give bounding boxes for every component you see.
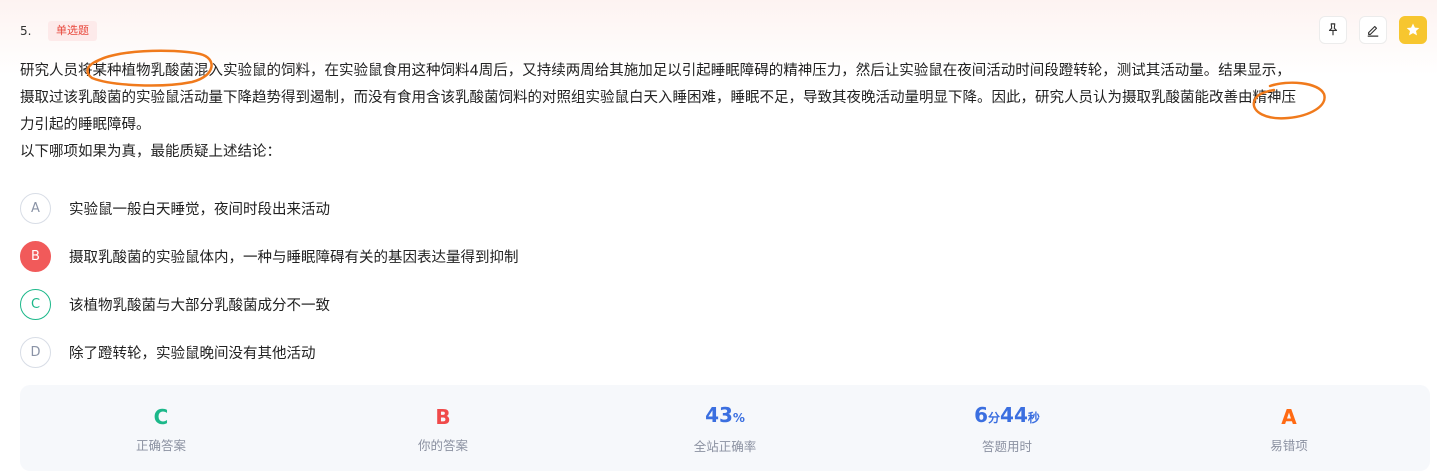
stem-line: 力引起的睡眠障碍。 xyxy=(20,117,151,133)
accuracy-label: 全站正确率 xyxy=(693,439,757,454)
option-text: 实验鼠一般白天睡觉，夜间时段出来活动 xyxy=(69,201,330,218)
question-number: 5. xyxy=(20,24,32,38)
question-prompt: 以下哪项如果为真，最能质疑上述结论： xyxy=(20,144,281,160)
option-letter: D xyxy=(20,336,51,368)
correct-answer-value: C xyxy=(153,404,169,429)
time-seconds-unit: 秒 xyxy=(1027,411,1040,425)
option-b[interactable]: B 摄取乳酸菌的实验鼠体内，一种与睡眠障碍有关的基因表达量得到抑制 xyxy=(20,240,519,272)
accuracy-value: 43% xyxy=(705,401,745,432)
time-seconds: 44 xyxy=(1000,403,1028,427)
pin-button[interactable] xyxy=(1319,16,1347,44)
star-icon xyxy=(1406,23,1420,36)
stat-time-used: 6分44秒 答题用时 xyxy=(866,385,1148,471)
correct-answer-label: 正确答案 xyxy=(135,437,186,453)
stem-line: 摄取过该乳酸菌的实验鼠活动量下降趋势得到遏制，而没有食用含该乳酸菌饲料的对照组实… xyxy=(20,90,1296,106)
edit-button[interactable] xyxy=(1359,16,1387,44)
option-letter: C xyxy=(20,288,51,320)
accuracy-number: 43 xyxy=(705,403,733,427)
option-text: 摄取乳酸菌的实验鼠体内，一种与睡眠障碍有关的基因表达量得到抑制 xyxy=(69,249,519,266)
stat-correct-answer: C 正确答案 xyxy=(20,385,302,471)
your-answer-value: B xyxy=(435,404,451,429)
option-text: 除了蹬转轮，实验鼠晚间没有其他活动 xyxy=(69,345,316,362)
question-type-badge: 单选题 xyxy=(48,21,97,41)
stat-your-answer: B 你的答案 xyxy=(302,385,584,471)
stat-accuracy: 43% 全站正确率 xyxy=(584,385,866,471)
option-c[interactable]: C 该植物乳酸菌与大部分乳酸菌成分不一致 xyxy=(20,288,519,320)
stat-common-wrong: A 易错项 xyxy=(1148,385,1430,471)
your-answer-label: 你的答案 xyxy=(417,437,468,453)
common-wrong-label: 易错项 xyxy=(1270,437,1308,453)
stem-line: 研究人员将某种植物乳酸菌混入实验鼠的饲料，在实验鼠食用这种饲料4周后，又持续两周… xyxy=(20,63,1291,79)
option-text: 该植物乳酸菌与大部分乳酸菌成分不一致 xyxy=(69,297,330,314)
favorite-button[interactable] xyxy=(1399,16,1427,44)
option-d[interactable]: D 除了蹬转轮，实验鼠晚间没有其他活动 xyxy=(20,336,519,368)
question-header: 5. 单选题 xyxy=(20,20,97,42)
question-stem: 研究人员将某种植物乳酸菌混入实验鼠的饲料，在实验鼠食用这种饲料4周后，又持续两周… xyxy=(20,58,1420,166)
question-toolbar xyxy=(1319,16,1427,44)
accuracy-unit: % xyxy=(732,411,745,425)
time-used-value: 6分44秒 xyxy=(974,401,1040,432)
common-wrong-value: A xyxy=(1281,404,1297,429)
edit-icon xyxy=(1367,25,1379,37)
answer-stats-panel: C 正确答案 B 你的答案 43% 全站正确率 6分44秒 答题用时 A 易错项 xyxy=(20,385,1430,471)
time-used-label: 答题用时 xyxy=(981,439,1032,454)
time-minutes-unit: 分 xyxy=(988,411,1001,425)
option-a[interactable]: A 实验鼠一般白天睡觉，夜间时段出来活动 xyxy=(20,192,519,224)
pin-icon xyxy=(1328,23,1338,36)
time-minutes: 6 xyxy=(974,403,989,427)
option-letter: B xyxy=(20,240,51,272)
option-letter: A xyxy=(20,192,51,224)
option-list: A 实验鼠一般白天睡觉，夜间时段出来活动 B 摄取乳酸菌的实验鼠体内，一种与睡眠… xyxy=(20,192,519,384)
